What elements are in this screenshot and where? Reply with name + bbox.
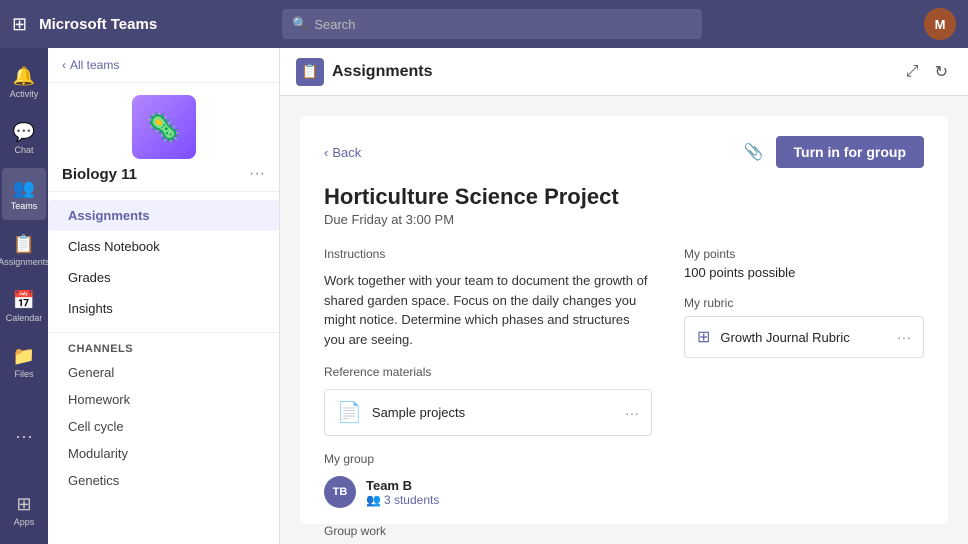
turn-in-button[interactable]: Turn in for group bbox=[776, 136, 925, 168]
channel-genetics[interactable]: Genetics bbox=[48, 467, 279, 494]
search-icon: 🔍 bbox=[292, 16, 308, 32]
team-avatar: 🦠 bbox=[132, 95, 196, 159]
sidebar-item-insights[interactable]: Insights bbox=[48, 293, 279, 324]
assignment-title: Horticulture Science Project bbox=[324, 184, 924, 210]
assignment-header-row: ‹ Back 📎 Turn in for group bbox=[324, 136, 924, 168]
channel-homework[interactable]: Homework bbox=[48, 386, 279, 413]
sidebar-item-assignments[interactable]: Assignments bbox=[48, 200, 279, 231]
group-label: My group bbox=[324, 452, 652, 466]
group-work-label: Group work bbox=[324, 524, 652, 538]
channels-header: Channels bbox=[48, 333, 279, 359]
teams-icon: 👥 bbox=[13, 178, 35, 199]
group-card: TB Team B 👥 3 students bbox=[324, 476, 652, 508]
team-info: 🦠 Biology 11 ··· bbox=[48, 83, 279, 192]
content-header-title: Assignments bbox=[332, 63, 432, 81]
content-area: 📋 Assignments ⤢ ↻ ‹ Back 📎 Turn in for bbox=[280, 48, 968, 544]
reference-section: Reference materials 📄 Sample projects ··… bbox=[324, 365, 652, 436]
group-info: Team B 👥 3 students bbox=[366, 478, 439, 507]
content-header-actions: ⤢ ↻ bbox=[902, 58, 952, 86]
group-name: Team B bbox=[366, 478, 439, 493]
refresh-button[interactable]: ↻ bbox=[931, 58, 952, 86]
reference-more-button[interactable]: ··· bbox=[625, 405, 639, 421]
sidebar: ‹ All teams 🦠 Biology 11 ··· Assignments… bbox=[48, 48, 280, 544]
files-icon: 📁 bbox=[13, 346, 35, 367]
attachment-button[interactable]: 📎 bbox=[740, 138, 768, 166]
points-value: 100 points possible bbox=[684, 265, 924, 280]
avatar[interactable]: M bbox=[924, 8, 956, 40]
assignments-icon: 📋 bbox=[13, 234, 35, 255]
instructions-text: Work together with your team to document… bbox=[324, 271, 652, 349]
assignment-header-actions: 📎 Turn in for group bbox=[740, 136, 924, 168]
search-input[interactable] bbox=[314, 17, 692, 32]
nav-item-more[interactable]: ··· bbox=[2, 410, 46, 462]
all-teams-back[interactable]: ‹ All teams bbox=[62, 58, 119, 72]
sidebar-nav: Assignments Class Notebook Grades Insigh… bbox=[48, 192, 279, 333]
grid-icon[interactable]: ⊞ bbox=[12, 14, 27, 35]
main-layout: 🔔 Activity 💬 Chat 👥 Teams 📋 Assignments … bbox=[0, 48, 968, 544]
activity-icon: 🔔 bbox=[13, 66, 35, 87]
assignment-panel: ‹ Back 📎 Turn in for group Horticulture … bbox=[300, 116, 948, 524]
group-avatar: TB bbox=[324, 476, 356, 508]
nav-item-chat[interactable]: 💬 Chat bbox=[2, 112, 46, 164]
nav-item-assignments[interactable]: 📋 Assignments bbox=[2, 224, 46, 276]
channel-modularity[interactable]: Modularity bbox=[48, 440, 279, 467]
chevron-left-icon: ‹ bbox=[62, 58, 66, 72]
group-students: 👥 3 students bbox=[366, 493, 439, 507]
reference-name: Sample projects bbox=[372, 405, 615, 420]
apps-icon: ⊞ bbox=[16, 494, 31, 515]
top-bar: ⊞ Microsoft Teams 🔍 M bbox=[0, 0, 968, 48]
rubric-section: My rubric ⊞ Growth Journal Rubric ··· bbox=[684, 296, 924, 358]
points-label: My points bbox=[684, 247, 924, 261]
rubric-label: My rubric bbox=[684, 296, 924, 310]
group-work-section: Group work ✏️ Biology Project Group B ··… bbox=[324, 524, 652, 544]
back-chevron-icon: ‹ bbox=[324, 145, 328, 160]
rubric-more-button[interactable]: ··· bbox=[897, 329, 911, 345]
reference-label: Reference materials bbox=[324, 365, 652, 379]
students-icon: 👥 bbox=[366, 493, 381, 507]
group-section: My group TB Team B 👥 3 students bbox=[324, 452, 652, 508]
back-link[interactable]: ‹ Back bbox=[324, 145, 361, 160]
expand-button[interactable]: ⤢ bbox=[902, 58, 923, 86]
rubric-card[interactable]: ⊞ Growth Journal Rubric ··· bbox=[684, 316, 924, 358]
rubric-icon: ⊞ bbox=[697, 327, 710, 347]
search-bar[interactable]: 🔍 bbox=[282, 9, 702, 39]
reference-card: 📄 Sample projects ··· bbox=[324, 389, 652, 436]
team-more-button[interactable]: ··· bbox=[249, 165, 265, 183]
assignments-header-icon: 📋 bbox=[296, 58, 324, 86]
sidebar-header: ‹ All teams bbox=[48, 48, 279, 83]
left-col: Instructions Work together with your tea… bbox=[324, 247, 652, 544]
main-panel: ‹ Back 📎 Turn in for group Horticulture … bbox=[280, 96, 968, 544]
calendar-icon: 📅 bbox=[13, 290, 35, 311]
chat-icon: 💬 bbox=[13, 122, 35, 143]
instructions-section: Instructions Work together with your tea… bbox=[324, 247, 652, 349]
nav-item-files[interactable]: 📁 Files bbox=[2, 336, 46, 388]
assignment-title-block: Horticulture Science Project Due Friday … bbox=[324, 184, 924, 227]
app-title: Microsoft Teams bbox=[39, 16, 157, 33]
left-nav: 🔔 Activity 💬 Chat 👥 Teams 📋 Assignments … bbox=[0, 48, 48, 544]
instructions-label: Instructions bbox=[324, 247, 652, 261]
channel-general[interactable]: General bbox=[48, 359, 279, 386]
rubric-name: Growth Journal Rubric bbox=[720, 330, 887, 345]
nav-item-calendar[interactable]: 📅 Calendar bbox=[2, 280, 46, 332]
right-col: My points 100 points possible My rubric … bbox=[684, 247, 924, 544]
team-name: Biology 11 bbox=[62, 166, 137, 183]
points-section: My points 100 points possible bbox=[684, 247, 924, 280]
channel-cell-cycle[interactable]: Cell cycle bbox=[48, 413, 279, 440]
nav-item-teams[interactable]: 👥 Teams bbox=[2, 168, 46, 220]
sidebar-item-class-notebook[interactable]: Class Notebook bbox=[48, 231, 279, 262]
pdf-icon: 📄 bbox=[337, 400, 362, 425]
nav-item-apps[interactable]: ⊞ Apps bbox=[2, 484, 46, 536]
assignment-due: Due Friday at 3:00 PM bbox=[324, 212, 924, 227]
sidebar-item-grades[interactable]: Grades bbox=[48, 262, 279, 293]
more-icon: ··· bbox=[15, 426, 33, 447]
two-col: Instructions Work together with your tea… bbox=[324, 247, 924, 544]
content-header: 📋 Assignments ⤢ ↻ bbox=[280, 48, 968, 96]
nav-item-activity[interactable]: 🔔 Activity bbox=[2, 56, 46, 108]
